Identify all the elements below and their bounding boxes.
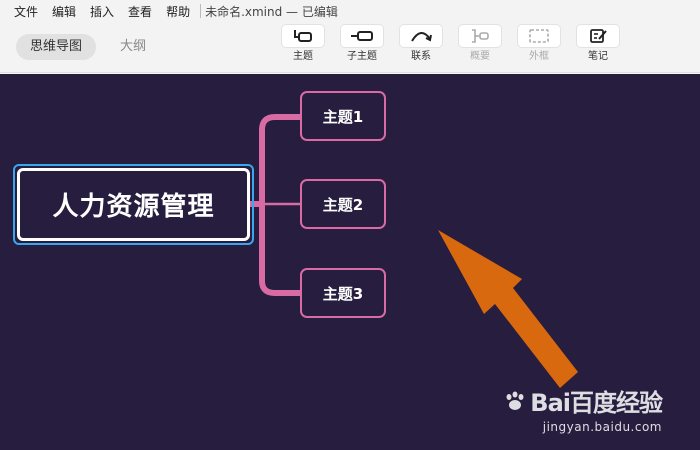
menu-edit[interactable]: 编辑 (46, 3, 84, 20)
relationship-tool[interactable]: 联系 (397, 24, 445, 63)
branch-3-connector (259, 280, 300, 296)
summary-tool[interactable]: 概要 (456, 24, 504, 63)
toolbar: 思维导图 大纲 主题 子主题 联系 概要 外框 笔记 (0, 22, 700, 73)
annotation-arrow (438, 230, 578, 388)
subtopic-button[interactable] (340, 24, 384, 48)
menu-help[interactable]: 帮助 (160, 3, 198, 20)
relationship-button[interactable] (399, 24, 443, 48)
topic-icon (294, 30, 312, 42)
paw-icon (506, 391, 524, 410)
subtopic-1[interactable]: 主题1 (300, 91, 386, 141)
topic-tool[interactable]: 主题 (279, 24, 327, 63)
baidu-watermark: Bai百度经验 jingyan.baidu.com (504, 383, 663, 434)
subtopic-2[interactable]: 主题2 (300, 179, 386, 229)
document-title: 未命名.xmind — 已编辑 (205, 4, 338, 19)
note-label: 笔记 (588, 51, 608, 62)
note-tool[interactable]: 笔记 (574, 24, 622, 63)
subtopic-3[interactable]: 主题3 (300, 268, 386, 318)
subtopic-tool[interactable]: 子主题 (338, 24, 386, 63)
boundary-dashed-icon (529, 29, 549, 43)
tab-mindmap[interactable]: 思维导图 (16, 34, 97, 60)
menu-bar: 文件 编辑 插入 查看 帮助 未命名.xmind — 已编辑 (0, 0, 700, 22)
menu-file[interactable]: 文件 (0, 3, 46, 20)
summary-button[interactable] (458, 24, 502, 48)
subtopic-label: 子主题 (347, 51, 377, 62)
summary-bracket-icon (472, 29, 489, 43)
branch-1-connector (259, 114, 300, 131)
summary-label: 概要 (470, 51, 490, 62)
topic-button[interactable] (281, 24, 325, 48)
menu-view[interactable]: 查看 (122, 3, 160, 20)
menu-insert[interactable]: 插入 (84, 3, 122, 20)
topic-label: 主题 (293, 51, 313, 62)
mindmap-canvas[interactable]: 人力资源管理 主题1 主题2 主题3 Bai百度经验 jingyan.baidu… (0, 74, 700, 450)
boundary-tool[interactable]: 外框 (515, 24, 563, 63)
boundary-button[interactable] (517, 24, 561, 48)
note-edit-icon (590, 29, 607, 43)
watermark-logo: Bai百度经验 (504, 383, 663, 418)
subtopic-icon (351, 31, 373, 41)
boundary-label: 外框 (529, 51, 549, 62)
menu-divider (200, 4, 202, 18)
central-topic[interactable]: 人力资源管理 (17, 168, 250, 241)
tab-outline[interactable]: 大纲 (106, 34, 160, 60)
relationship-label: 联系 (411, 51, 431, 62)
watermark-text: Bai百度经验 (530, 389, 663, 417)
relationship-curve-icon (411, 32, 432, 42)
note-button[interactable] (576, 24, 620, 48)
watermark-url: jingyan.baidu.com (542, 420, 662, 434)
